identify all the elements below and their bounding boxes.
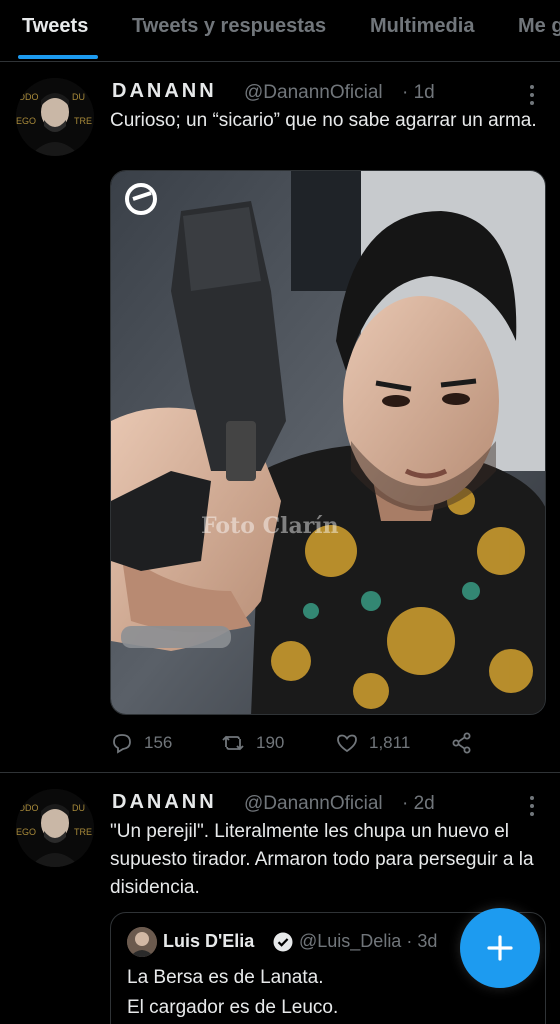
svg-text:EGO: EGO bbox=[16, 116, 36, 126]
display-name[interactable]: DANANN bbox=[112, 80, 217, 103]
quote-handle: @Luis_Delia · 3d bbox=[299, 931, 438, 951]
heart-icon bbox=[337, 734, 357, 753]
profile-tabs: Tweets Tweets y respuestas Multimedia Me… bbox=[0, 0, 560, 62]
compose-tweet-button[interactable] bbox=[460, 908, 540, 988]
tab-media[interactable]: Multimedia bbox=[370, 15, 474, 38]
tab-likes[interactable]: Me g bbox=[518, 15, 560, 38]
retweet-button[interactable]: 190 bbox=[220, 728, 284, 758]
timestamp[interactable]: · 1d bbox=[402, 82, 435, 104]
svg-text:EGO: EGO bbox=[16, 827, 36, 837]
svg-text:DU: DU bbox=[72, 92, 85, 102]
quote-avatar bbox=[127, 927, 157, 957]
photo-watermark: Foto Clarín bbox=[201, 513, 339, 539]
timestamp[interactable]: · 2d bbox=[402, 793, 435, 815]
reply-button[interactable]: 156 bbox=[110, 728, 172, 758]
avatar[interactable]: ODO DU EGO TRE bbox=[16, 78, 94, 156]
verified-badge-icon bbox=[272, 931, 294, 958]
more-options-icon[interactable] bbox=[524, 795, 540, 817]
reply-icon bbox=[113, 734, 131, 754]
tab-tweets[interactable]: Tweets bbox=[22, 15, 88, 38]
svg-text:ODO: ODO bbox=[18, 803, 39, 813]
display-name[interactable]: DANANN bbox=[112, 791, 217, 814]
svg-text:TRE: TRE bbox=[74, 116, 92, 126]
tweet-text: "Un perejil". Literalmente les chupa un … bbox=[110, 821, 534, 898]
quote-display-name: Luis D'Elia bbox=[163, 931, 255, 951]
tweet[interactable]: ODO DU EGO TRE DANANN @DanannOficial · 1… bbox=[0, 62, 560, 772]
svg-text:DU: DU bbox=[72, 803, 85, 813]
plus-icon bbox=[487, 935, 513, 961]
quote-timestamp: · 3d bbox=[406, 931, 438, 951]
active-tab-indicator bbox=[18, 55, 98, 59]
quote-line-2: El cargador es de Leuco. bbox=[127, 997, 339, 1018]
retweet-count: 190 bbox=[256, 733, 285, 752]
retweet-icon bbox=[222, 735, 244, 751]
quote-text: La Bersa es de Lanata. El cargador es de… bbox=[127, 963, 338, 1023]
tweet-text: Curioso; un “sicario” que no sabe agarra… bbox=[110, 110, 537, 131]
handle[interactable]: @DanannOficial bbox=[244, 793, 383, 815]
handle[interactable]: @DanannOficial bbox=[244, 82, 383, 104]
svg-text:ODO: ODO bbox=[18, 92, 39, 102]
avatar[interactable]: ODO DU EGO TRE bbox=[16, 789, 94, 867]
share-button[interactable] bbox=[450, 728, 484, 758]
tweet-actions: 156 190 1,811 bbox=[110, 728, 550, 758]
reply-count: 156 bbox=[144, 733, 173, 752]
like-count: 1,811 bbox=[369, 733, 411, 752]
svg-text:TRE: TRE bbox=[74, 827, 92, 837]
tweet-photo[interactable]: Foto Clarín bbox=[110, 170, 546, 715]
share-icon bbox=[452, 732, 471, 754]
quote-line-1: La Bersa es de Lanata. bbox=[127, 967, 324, 988]
like-button[interactable]: 1,811 bbox=[335, 728, 410, 758]
tab-tweets-and-replies[interactable]: Tweets y respuestas bbox=[132, 15, 326, 38]
more-options-icon[interactable] bbox=[524, 84, 540, 106]
